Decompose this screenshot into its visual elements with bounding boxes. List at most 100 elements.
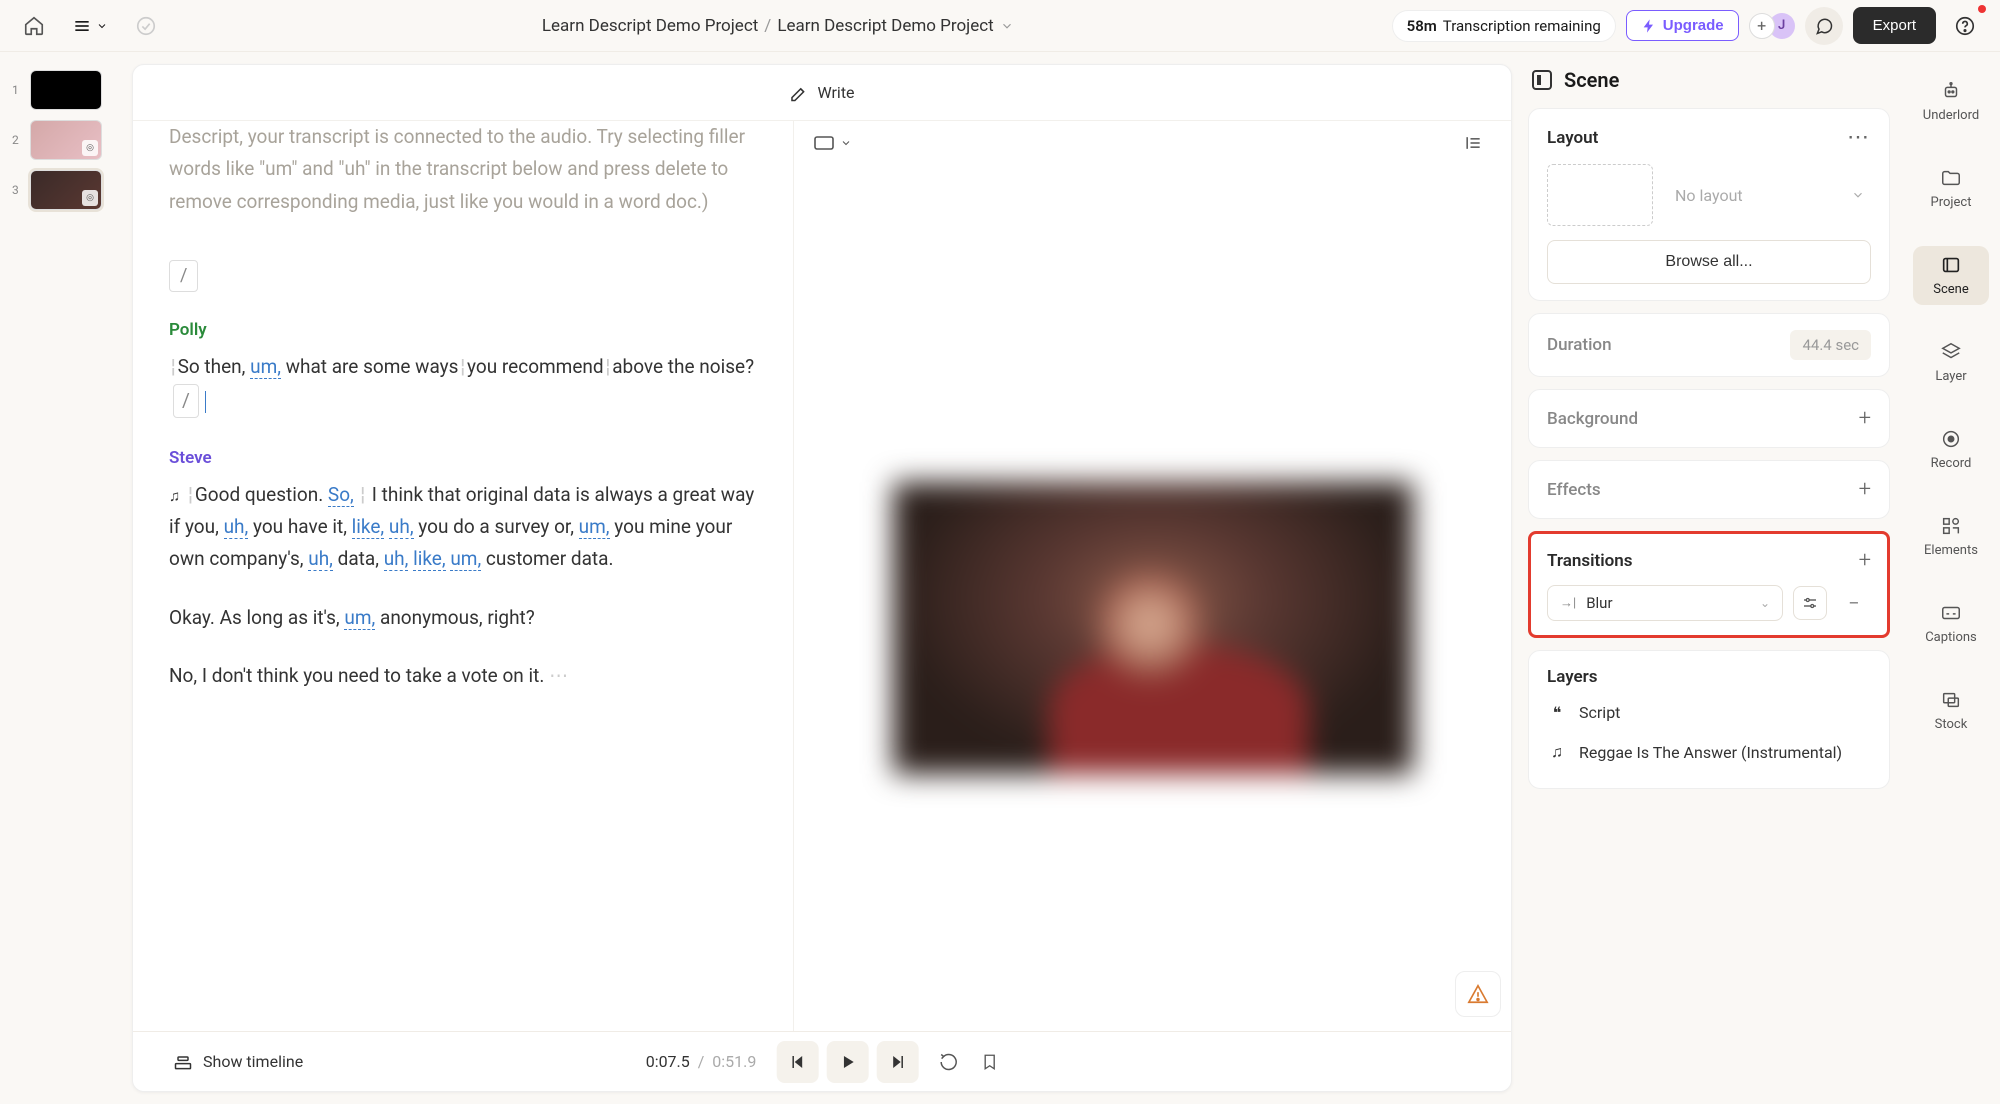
add-transition-button[interactable]: + bbox=[1859, 548, 1871, 573]
topbar: Learn Descript Demo Project / Learn Desc… bbox=[0, 0, 2000, 52]
layout-preview-box[interactable] bbox=[1547, 164, 1653, 226]
underlord-icon bbox=[1940, 80, 1962, 102]
layout-select[interactable]: No layout bbox=[1669, 186, 1871, 205]
breadcrumb[interactable]: Learn Descript Demo Project / Learn Desc… bbox=[164, 16, 1392, 36]
music-icon: ♫ bbox=[1547, 742, 1567, 762]
breadcrumb-parent[interactable]: Learn Descript Demo Project bbox=[542, 16, 758, 36]
browse-layouts-button[interactable]: Browse all... bbox=[1547, 240, 1871, 284]
scene-thumb-3[interactable]: 3 ◎ bbox=[12, 170, 120, 210]
pen-icon bbox=[789, 83, 809, 103]
rail-stock[interactable]: Stock bbox=[1913, 681, 1989, 740]
skip-back-button[interactable] bbox=[776, 1041, 818, 1083]
topbar-right: 58m Transcription remaining Upgrade + J … bbox=[1392, 7, 1984, 45]
scene-panel: Scene Layout ⋯ No layout Browse all... D… bbox=[1512, 52, 1902, 1104]
help-button[interactable] bbox=[1946, 7, 1984, 45]
rail-elements[interactable]: Elements bbox=[1913, 507, 1989, 566]
speaker-label-steve[interactable]: Steve bbox=[169, 444, 757, 473]
transition-settings-button[interactable] bbox=[1793, 586, 1827, 620]
inline-marker[interactable]: / bbox=[173, 384, 199, 418]
rail-scene[interactable]: Scene bbox=[1913, 246, 1989, 305]
show-timeline-button[interactable]: Show timeline bbox=[173, 1052, 303, 1072]
write-button[interactable]: Write bbox=[789, 83, 854, 103]
upgrade-button[interactable]: Upgrade bbox=[1626, 10, 1739, 41]
scene-panel-header: Scene bbox=[1528, 68, 1890, 92]
stock-icon bbox=[1940, 689, 1962, 711]
editor-body: Descript, your transcript is connected t… bbox=[133, 121, 1511, 1091]
home-icon[interactable] bbox=[16, 8, 52, 44]
editor-panel: Write Descript, your transcript is conne… bbox=[132, 64, 1512, 1092]
skip-forward-button[interactable] bbox=[876, 1041, 918, 1083]
rail-captions[interactable]: Captions bbox=[1913, 594, 1989, 653]
transcript-line[interactable]: Okay. As long as it's, um, anonymous, ri… bbox=[169, 602, 757, 634]
scene-icon bbox=[1940, 254, 1962, 276]
lightning-icon bbox=[1641, 18, 1657, 34]
remove-transition-button[interactable]: − bbox=[1837, 586, 1871, 620]
preview-column bbox=[794, 121, 1511, 1091]
layout-card: Layout ⋯ No layout Browse all... bbox=[1528, 108, 1890, 301]
rail-project[interactable]: Project bbox=[1913, 159, 1989, 218]
transcript-line[interactable]: ¦So then, um, what are some ways¦you rec… bbox=[169, 351, 757, 418]
demo-instructions: Descript, your transcript is connected t… bbox=[169, 121, 757, 218]
scene-thumb-2[interactable]: 2 ◎ bbox=[12, 120, 120, 160]
video-preview[interactable] bbox=[794, 165, 1511, 1091]
chevron-down-icon[interactable] bbox=[1000, 19, 1014, 33]
chevron-down-icon bbox=[840, 137, 852, 149]
bookmark-icon[interactable] bbox=[980, 1052, 998, 1072]
transcription-remaining[interactable]: 58m Transcription remaining bbox=[1392, 10, 1616, 42]
collaborators[interactable]: + J bbox=[1749, 13, 1795, 39]
text-cursor bbox=[205, 391, 207, 413]
add-effect-button[interactable]: + bbox=[1859, 477, 1871, 502]
breadcrumb-current[interactable]: Learn Descript Demo Project bbox=[777, 16, 993, 36]
menu-button[interactable] bbox=[72, 16, 108, 36]
time-display: 0:07.5 / 0:51.9 bbox=[646, 1052, 757, 1071]
layers-label: Layers bbox=[1547, 667, 1871, 687]
effects-card: Effects + bbox=[1528, 460, 1890, 519]
transcript-line[interactable]: ♫¦Good question. So, ¦ I think that orig… bbox=[169, 479, 757, 576]
transition-select[interactable]: →| Blur ⌄ bbox=[1547, 585, 1783, 621]
more-icon[interactable]: ⋯ bbox=[1847, 125, 1871, 150]
play-button[interactable] bbox=[826, 1041, 868, 1083]
background-label: Background bbox=[1547, 409, 1638, 429]
checkmark-status-icon[interactable] bbox=[128, 8, 164, 44]
columns-icon[interactable] bbox=[1455, 125, 1491, 161]
transcription-label: Transcription remaining bbox=[1443, 17, 1601, 35]
background-card: Background + bbox=[1528, 389, 1890, 448]
transcript-line[interactable]: No, I don't think you need to take a vot… bbox=[169, 660, 757, 692]
speaker-label-polly[interactable]: Polly bbox=[169, 316, 757, 345]
aspect-ratio-button[interactable] bbox=[814, 136, 852, 150]
right-rail: Underlord Project Scene Layer Record bbox=[1902, 52, 2000, 1104]
chevron-down-icon bbox=[96, 20, 108, 32]
add-background-button[interactable]: + bbox=[1859, 406, 1871, 431]
thumb-badge-icon: ◎ bbox=[82, 140, 98, 156]
transition-direction-icon: →| bbox=[1560, 595, 1576, 611]
duration-value: 44.4 sec bbox=[1790, 330, 1871, 360]
layer-music[interactable]: ♫ Reggae Is The Answer (Instrumental) bbox=[1547, 732, 1871, 772]
elements-icon bbox=[1940, 515, 1962, 537]
transcript[interactable]: Descript, your transcript is connected t… bbox=[133, 121, 794, 1091]
comment-icon[interactable] bbox=[1805, 7, 1843, 45]
notification-dot bbox=[1978, 5, 1986, 13]
player-bar: Show timeline 0:07.5 / 0:51.9 bbox=[133, 1031, 1511, 1091]
duration-card: Duration 44.4 sec bbox=[1528, 313, 1890, 377]
layout-title: Layout bbox=[1547, 128, 1598, 148]
export-button[interactable]: Export bbox=[1853, 7, 1936, 44]
transcription-time: 58m bbox=[1407, 17, 1437, 35]
loop-icon[interactable] bbox=[938, 1052, 958, 1072]
captions-icon bbox=[1940, 602, 1962, 624]
rail-record[interactable]: Record bbox=[1913, 420, 1989, 479]
thumb-badge-icon: ◎ bbox=[82, 190, 98, 206]
scene-icon bbox=[1532, 70, 1552, 90]
scene-marker[interactable]: / bbox=[169, 260, 198, 293]
play-controls bbox=[776, 1041, 918, 1083]
scenes-column: 1 2 ◎ 3 ◎ bbox=[0, 52, 132, 1104]
script-icon: ❝ bbox=[1547, 703, 1567, 722]
scene-thumb-1[interactable]: 1 bbox=[12, 70, 120, 110]
layers-card: Layers ❝ Script ♫ Reggae Is The Answer (… bbox=[1528, 650, 1890, 789]
rail-underlord[interactable]: Underlord bbox=[1913, 72, 1989, 131]
add-collaborator-icon[interactable]: + bbox=[1749, 13, 1775, 39]
duration-label: Duration bbox=[1547, 335, 1612, 355]
warning-icon[interactable] bbox=[1455, 971, 1501, 1017]
effects-label: Effects bbox=[1547, 480, 1601, 500]
rail-layer[interactable]: Layer bbox=[1913, 333, 1989, 392]
layer-script[interactable]: ❝ Script bbox=[1547, 693, 1871, 732]
